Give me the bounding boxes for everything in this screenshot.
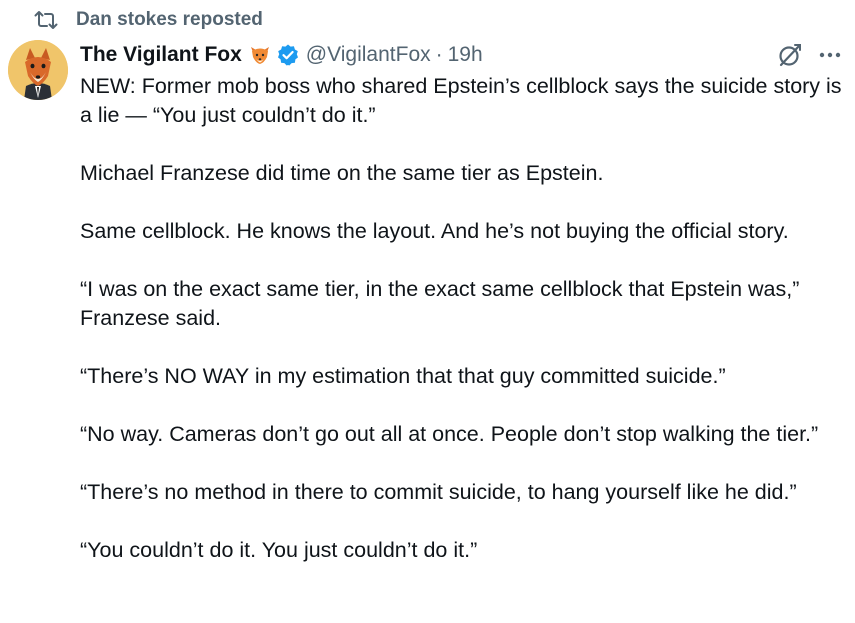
tweet-paragraph: “I was on the exact same tier, in the ex… bbox=[80, 277, 800, 330]
tweet-paragraph: “There’s NO WAY in my estimation that th… bbox=[80, 364, 726, 388]
header-actions bbox=[777, 42, 845, 68]
author-handle[interactable]: @VigilantFox bbox=[306, 43, 431, 67]
tweet-text: NEW: Former mob boss who shared Epstein’… bbox=[80, 72, 850, 594]
avatar[interactable] bbox=[8, 40, 68, 100]
repost-indicator[interactable]: Dan stokes reposted bbox=[34, 6, 263, 34]
more-options-icon[interactable] bbox=[817, 42, 843, 68]
tweet-header: The Vigilant Fox @VigilantFox · 19h bbox=[80, 40, 845, 70]
grok-icon[interactable] bbox=[777, 42, 803, 68]
repost-label[interactable]: Dan stokes reposted bbox=[76, 9, 263, 31]
post-time[interactable]: 19h bbox=[448, 43, 483, 67]
tweet-paragraph: “You couldn’t do it. You just couldn’t d… bbox=[80, 538, 478, 562]
tweet-paragraph: Michael Franzese did time on the same ti… bbox=[80, 161, 604, 185]
tweet-paragraph: Same cellblock. He knows the layout. And… bbox=[80, 219, 789, 243]
fox-face-emoji-icon bbox=[248, 43, 272, 67]
tweet-paragraph: “There’s no method in there to commit su… bbox=[80, 480, 797, 504]
tweet-paragraph: “No way. Cameras don’t go out all at onc… bbox=[80, 422, 819, 446]
repost-icon bbox=[34, 9, 60, 31]
separator-dot: · bbox=[435, 43, 443, 66]
verified-badge-icon[interactable] bbox=[276, 43, 300, 67]
tweet-paragraph: NEW: Former mob boss who shared Epstein’… bbox=[80, 74, 842, 127]
author-name[interactable]: The Vigilant Fox bbox=[80, 43, 242, 67]
